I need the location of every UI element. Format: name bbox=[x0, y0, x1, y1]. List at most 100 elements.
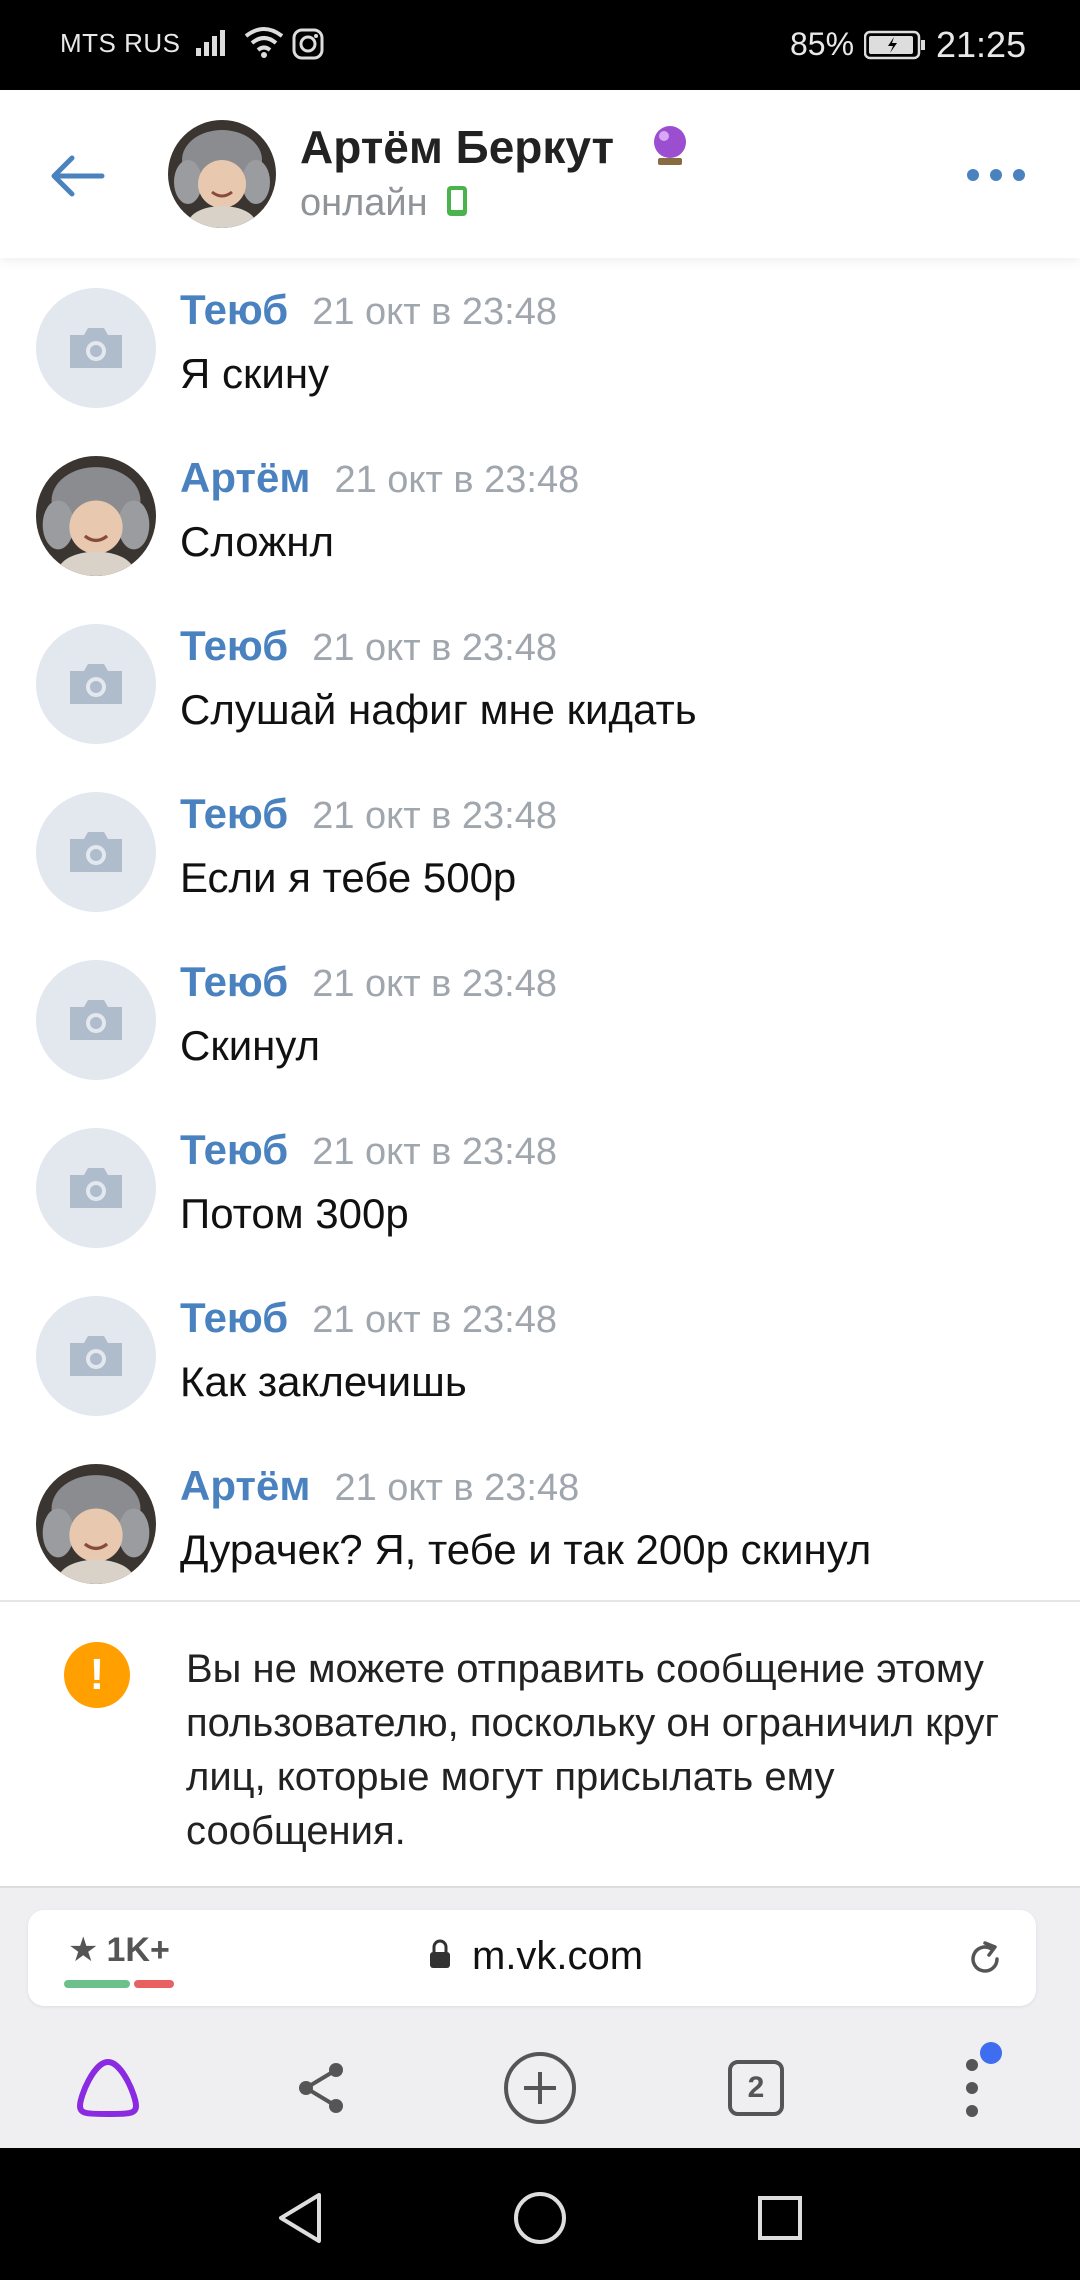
wifi-icon bbox=[244, 26, 284, 63]
reload-icon bbox=[971, 1941, 999, 1973]
browser-toolbar: 2 bbox=[0, 2020, 1080, 2150]
message-text: Слушай нафиг мне кидать bbox=[180, 686, 697, 733]
carrier-label: MTS RUS bbox=[60, 28, 181, 58]
battery-icon bbox=[863, 30, 926, 65]
star-icon: ★ bbox=[68, 1931, 99, 1969]
camera-icon bbox=[70, 1000, 122, 1040]
sender-avatar[interactable] bbox=[36, 1296, 156, 1416]
address-bar[interactable]: ★ 1K+ m.vk.com bbox=[28, 1910, 1036, 2006]
camera-icon bbox=[70, 328, 122, 368]
sender-name[interactable]: Теюб bbox=[180, 1294, 288, 1342]
site-rating[interactable]: ★ 1K+ bbox=[68, 1930, 170, 1970]
message-time: 21 окт в 23:48 bbox=[312, 1299, 557, 1341]
messaging-restricted-notice: ! Вы не можете отправить сообщение этому… bbox=[0, 1600, 1080, 1886]
more-options-button[interactable] bbox=[956, 150, 1036, 200]
battery-percent: 85% bbox=[790, 26, 855, 62]
message-time: 21 окт в 23:48 bbox=[334, 1467, 580, 1509]
message-header: Артём 21 окт в 23:48 bbox=[180, 1462, 579, 1510]
message-time: 21 окт в 23:48 bbox=[312, 291, 557, 333]
sender-name[interactable]: Артём bbox=[180, 1462, 310, 1510]
tab-count: 2 bbox=[728, 2060, 784, 2116]
camera-icon bbox=[70, 1336, 122, 1376]
sender-name[interactable]: Артём bbox=[180, 454, 310, 502]
message-text: Потом 300р bbox=[180, 1190, 409, 1237]
message-text: Как заклечишь bbox=[180, 1358, 467, 1405]
message-header: Теюб 21 окт в 23:48 bbox=[180, 622, 557, 670]
sender-avatar[interactable] bbox=[36, 624, 156, 744]
sender-avatar[interactable] bbox=[36, 1464, 156, 1584]
message-header: Артём 21 окт в 23:48 bbox=[180, 454, 579, 502]
url-label: m.vk.com bbox=[472, 1934, 644, 1978]
notice-text: Вы не можете отправить сообщение этому п… bbox=[186, 1647, 1000, 1853]
dots-horizontal-icon bbox=[967, 169, 1025, 181]
message-item[interactable]: Теюб 21 окт в 23:48 Как заклечишь bbox=[0, 1266, 1080, 1434]
reload-button[interactable] bbox=[958, 1932, 1012, 1986]
alice-icon bbox=[76, 2058, 140, 2117]
square-recents-icon bbox=[758, 2196, 802, 2240]
message-time: 21 окт в 23:48 bbox=[312, 1131, 557, 1173]
presence-row: онлайн bbox=[300, 182, 468, 225]
sender-avatar[interactable] bbox=[36, 792, 156, 912]
message-item[interactable]: Теюб 21 окт в 23:48 Потом 300р bbox=[0, 1098, 1080, 1266]
sender-name[interactable]: Теюб bbox=[180, 286, 288, 334]
app-root: MTS RUS 85% 21:25 Артём Беркут онлайн Те… bbox=[0, 0, 1080, 2280]
dots-vertical-icon bbox=[966, 2059, 978, 2117]
warning-icon: ! bbox=[64, 1642, 130, 1708]
sender-avatar[interactable] bbox=[36, 1128, 156, 1248]
sender-avatar[interactable] bbox=[36, 960, 156, 1080]
notification-dot bbox=[980, 2042, 1002, 2064]
sender-name[interactable]: Теюб bbox=[180, 958, 288, 1006]
message-time: 21 окт в 23:48 bbox=[312, 795, 557, 837]
message-item[interactable]: Теюб 21 окт в 23:48 Я скину bbox=[0, 258, 1080, 426]
signal-icon bbox=[196, 28, 232, 61]
message-text: Если я тебе 500р bbox=[180, 854, 517, 901]
message-list: Теюб 21 окт в 23:48 Я скину Артём 21 окт… bbox=[0, 258, 1080, 1598]
message-text: Я скину bbox=[180, 350, 330, 397]
message-header: Теюб 21 окт в 23:48 bbox=[180, 958, 557, 1006]
message-header: Теюб 21 окт в 23:48 bbox=[180, 286, 557, 334]
message-text: Дурачек? Я, тебе и так 200р скинул bbox=[180, 1526, 872, 1573]
message-header: Теюб 21 окт в 23:48 bbox=[180, 790, 557, 838]
message-item[interactable]: Теюб 21 окт в 23:48 Слушай нафиг мне кид… bbox=[0, 594, 1080, 762]
sender-name[interactable]: Теюб bbox=[180, 790, 288, 838]
url-display[interactable]: m.vk.com bbox=[428, 1934, 643, 1979]
back-button[interactable] bbox=[40, 140, 112, 212]
plus-circle-icon bbox=[504, 2052, 576, 2124]
crystal-ball-icon bbox=[652, 124, 688, 171]
tabs-button[interactable]: 2 bbox=[708, 2040, 804, 2136]
status-bar: MTS RUS 85% 21:25 bbox=[0, 0, 1080, 90]
sender-avatar[interactable] bbox=[36, 456, 156, 576]
sender-avatar[interactable] bbox=[36, 288, 156, 408]
chat-header: Артём Беркут онлайн bbox=[0, 90, 1080, 258]
sender-name[interactable]: Теюб bbox=[180, 1126, 288, 1174]
lock-icon bbox=[428, 1934, 452, 1979]
presence-status: онлайн bbox=[300, 182, 428, 224]
contact-avatar[interactable] bbox=[168, 120, 276, 228]
circle-home-icon bbox=[514, 2192, 566, 2244]
message-item[interactable]: Теюб 21 окт в 23:48 Если я тебе 500р bbox=[0, 762, 1080, 930]
message-item[interactable]: Артём 21 окт в 23:48 Дурачек? Я, тебе и … bbox=[0, 1434, 1080, 1598]
alice-assistant-button[interactable] bbox=[60, 2040, 156, 2136]
message-header: Теюб 21 окт в 23:48 bbox=[180, 1294, 557, 1342]
rating-bars bbox=[64, 1980, 174, 1988]
instagram-icon bbox=[292, 28, 324, 65]
sender-name[interactable]: Теюб bbox=[180, 622, 288, 670]
camera-icon bbox=[70, 832, 122, 872]
triangle-back-icon bbox=[279, 2193, 321, 2243]
message-text: Сложнл bbox=[180, 518, 334, 565]
share-button[interactable] bbox=[274, 2040, 370, 2136]
rating-label: 1K+ bbox=[106, 1930, 170, 1969]
new-tab-button[interactable] bbox=[492, 2040, 588, 2136]
message-item[interactable]: Теюб 21 окт в 23:48 Скинул bbox=[0, 930, 1080, 1098]
message-header: Теюб 21 окт в 23:48 bbox=[180, 1126, 557, 1174]
message-time: 21 окт в 23:48 bbox=[312, 963, 557, 1005]
arrow-left-icon bbox=[51, 155, 105, 197]
nav-recents-button[interactable] bbox=[740, 2178, 820, 2258]
message-item[interactable]: Артём 21 окт в 23:48 Сложнл bbox=[0, 426, 1080, 594]
camera-icon bbox=[70, 1168, 122, 1208]
browser-chrome: ★ 1K+ m.vk.com 2 bbox=[0, 1886, 1080, 2148]
contact-name: Артём Беркут bbox=[300, 121, 615, 173]
nav-back-button[interactable] bbox=[260, 2178, 340, 2258]
nav-home-button[interactable] bbox=[500, 2178, 580, 2258]
browser-menu-button[interactable] bbox=[924, 2040, 1020, 2136]
